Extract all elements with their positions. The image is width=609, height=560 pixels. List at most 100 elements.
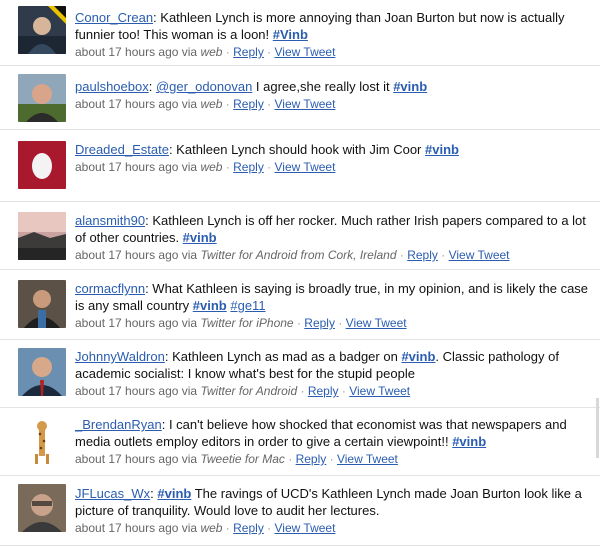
username-link[interactable]: JohnnyWaldron: [75, 349, 165, 364]
separator: ·: [338, 316, 343, 330]
tweet-text: JohnnyWaldron: Kathleen Lynch as mad as …: [75, 348, 595, 382]
username-link[interactable]: paulshoebox: [75, 79, 149, 94]
avatar[interactable]: [18, 280, 66, 328]
tweet-text: Dreaded_Estate: Kathleen Lynch should ho…: [75, 141, 595, 158]
tweet-content: : Kathleen Lynch is off her rocker. Much…: [75, 213, 586, 245]
hashtag-link[interactable]: #vinb: [183, 230, 217, 245]
tweet-meta: about 17 hours ago via web · Reply · Vie…: [75, 44, 595, 60]
hashtag-link[interactable]: #vinb: [401, 349, 435, 364]
hashtag-link[interactable]: #vinb: [452, 434, 486, 449]
reply-link[interactable]: Reply: [304, 316, 335, 330]
reply-link[interactable]: Reply: [233, 521, 264, 535]
reply-link[interactable]: Reply: [233, 45, 264, 59]
hashtag-link[interactable]: #vinb: [393, 79, 427, 94]
hashtag-link[interactable]: #Vinb: [273, 27, 308, 42]
tweet-content: : What Kathleen is saying is broadly tru…: [75, 281, 589, 313]
avatar[interactable]: [18, 6, 66, 54]
username-link[interactable]: JFLucas_Wx: [75, 486, 150, 501]
separator: ·: [267, 45, 272, 59]
source-label: Tweetie for Mac: [200, 452, 285, 466]
avatar[interactable]: [18, 141, 66, 189]
timestamp: about 17 hours ago via: [75, 521, 198, 535]
tweet-meta: about 17 hours ago via Twitter for Andro…: [75, 383, 595, 399]
timestamp: about 17 hours ago via: [75, 316, 198, 330]
timestamp: about 17 hours ago via: [75, 248, 198, 262]
mention-link[interactable]: @ger_odonovan: [156, 79, 252, 94]
separator: ·: [225, 160, 230, 174]
source-label: web: [200, 45, 223, 59]
timestamp: about 17 hours ago via: [75, 160, 198, 174]
timestamp: about 17 hours ago via: [75, 97, 198, 111]
tweet-feed: Conor_Crean: Kathleen Lynch is more anno…: [0, 0, 609, 560]
tweet-item: alansmith90: Kathleen Lynch is off her r…: [0, 202, 600, 270]
separator: ·: [267, 97, 272, 111]
username-link[interactable]: Conor_Crean: [75, 10, 153, 25]
username-link[interactable]: Dreaded_Estate: [75, 142, 169, 157]
hashtag-link[interactable]: #ge11: [230, 298, 265, 313]
tweet-meta: about 17 hours ago via Twitter for Andro…: [75, 247, 595, 263]
tweet-text: cormacflynn: What Kathleen is saying is …: [75, 280, 595, 314]
timestamp: about 17 hours ago via: [75, 384, 198, 398]
username-link[interactable]: alansmith90: [75, 213, 145, 228]
separator: ·: [399, 248, 404, 262]
username-link[interactable]: cormacflynn: [75, 281, 145, 296]
source-label: Twitter for Android: [200, 384, 298, 398]
tweet-text: _BrendanRyan: I can't believe how shocke…: [75, 416, 595, 450]
tweet-item: JohnnyWaldron: Kathleen Lynch as mad as …: [0, 340, 600, 408]
hashtag-link[interactable]: #vinb: [157, 486, 191, 501]
separator: ·: [288, 452, 293, 466]
tweet-text: Conor_Crean: Kathleen Lynch is more anno…: [75, 9, 595, 43]
source-label: web: [200, 521, 223, 535]
avatar[interactable]: [18, 416, 66, 464]
location-label: from Cork, Ireland: [300, 248, 397, 262]
source-label: web: [200, 160, 223, 174]
tweet-meta: about 17 hours ago via web · Reply · Vie…: [75, 159, 595, 175]
separator: ·: [441, 248, 446, 262]
tweet-text: paulshoebox: @ger_odonovan I agree,she r…: [75, 78, 595, 95]
tweet-item: paulshoebox: @ger_odonovan I agree,she r…: [0, 66, 600, 130]
tweet-content: : Kathleen Lynch should hook with Jim Co…: [168, 142, 425, 157]
tweet-text: JFLucas_Wx: #vinb The ravings of UCD's K…: [75, 485, 595, 519]
avatar[interactable]: [18, 348, 66, 396]
timestamp: about 17 hours ago via: [75, 452, 198, 466]
view-tweet-link[interactable]: View Tweet: [337, 452, 398, 466]
reply-link[interactable]: Reply: [407, 248, 438, 262]
tweet-meta: about 17 hours ago via web · Reply · Vie…: [75, 96, 595, 112]
avatar[interactable]: [18, 484, 66, 532]
tweet-item: cormacflynn: What Kathleen is saying is …: [0, 270, 600, 340]
view-tweet-link[interactable]: View Tweet: [349, 384, 410, 398]
view-tweet-link[interactable]: View Tweet: [275, 521, 336, 535]
timestamp: about 17 hours ago via: [75, 45, 198, 59]
source-label: web: [200, 97, 223, 111]
reply-link[interactable]: Reply: [296, 452, 327, 466]
tweet-meta: about 17 hours ago via Twitter for iPhon…: [75, 315, 595, 331]
tweet-meta: about 17 hours ago via web · Reply · Vie…: [75, 520, 595, 536]
tweet-item: Conor_Crean: Kathleen Lynch is more anno…: [0, 0, 600, 66]
view-tweet-link[interactable]: View Tweet: [275, 45, 336, 59]
tweet-item: JFLucas_Wx: #vinb The ravings of UCD's K…: [0, 476, 600, 546]
separator: ·: [300, 384, 305, 398]
view-tweet-link[interactable]: View Tweet: [275, 160, 336, 174]
separator: ·: [225, 521, 230, 535]
hashtag-link[interactable]: #vinb: [425, 142, 459, 157]
view-tweet-link[interactable]: View Tweet: [275, 97, 336, 111]
tweet-meta: about 17 hours ago via Tweetie for Mac ·…: [75, 451, 595, 467]
separator: ·: [225, 97, 230, 111]
view-tweet-link[interactable]: View Tweet: [449, 248, 510, 262]
avatar[interactable]: [18, 74, 66, 122]
view-tweet-link[interactable]: View Tweet: [346, 316, 407, 330]
reply-link[interactable]: Reply: [233, 160, 264, 174]
reply-link[interactable]: Reply: [233, 97, 264, 111]
separator: ·: [267, 160, 272, 174]
username-link[interactable]: _BrendanRyan: [75, 417, 162, 432]
hashtag-link[interactable]: #vinb: [193, 298, 227, 313]
reply-link[interactable]: Reply: [308, 384, 339, 398]
separator: ·: [341, 384, 346, 398]
tweet-text: alansmith90: Kathleen Lynch is off her r…: [75, 212, 595, 246]
source-label: Twitter for Android: [200, 248, 298, 262]
separator: ·: [225, 45, 230, 59]
avatar[interactable]: [18, 212, 66, 260]
source-label: Twitter for iPhone: [200, 316, 294, 330]
scrollbar[interactable]: [596, 398, 599, 458]
tweet-item: _BrendanRyan: I can't believe how shocke…: [0, 408, 600, 476]
